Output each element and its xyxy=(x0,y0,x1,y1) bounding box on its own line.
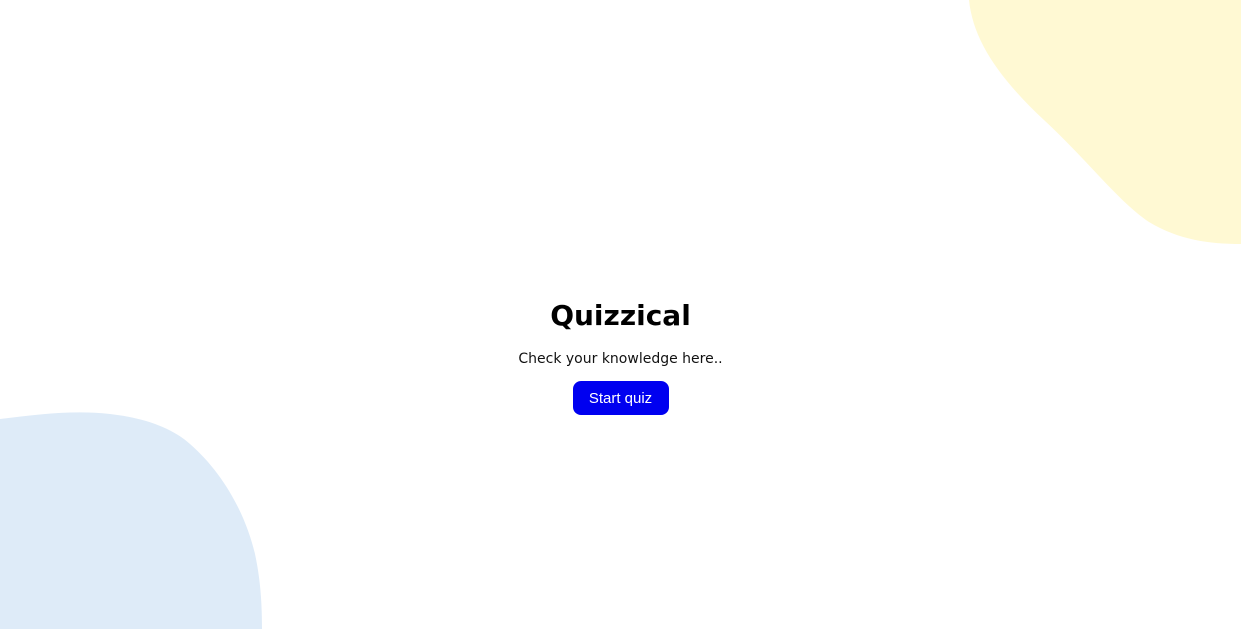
intro-section: Quizzical Check your knowledge here.. St… xyxy=(0,296,1241,415)
start-screen: Quizzical Check your knowledge here.. St… xyxy=(0,0,1241,629)
blob-top-right-shape xyxy=(969,0,1241,244)
start-quiz-button[interactable]: Start quiz xyxy=(572,381,669,415)
decorative-blob-bottom-left xyxy=(0,412,262,629)
app-title: Quizzical xyxy=(550,299,691,332)
blob-bottom-left-shape xyxy=(0,412,262,629)
app-subtitle: Check your knowledge here.. xyxy=(518,351,723,367)
decorative-blob-top-right xyxy=(969,0,1241,244)
